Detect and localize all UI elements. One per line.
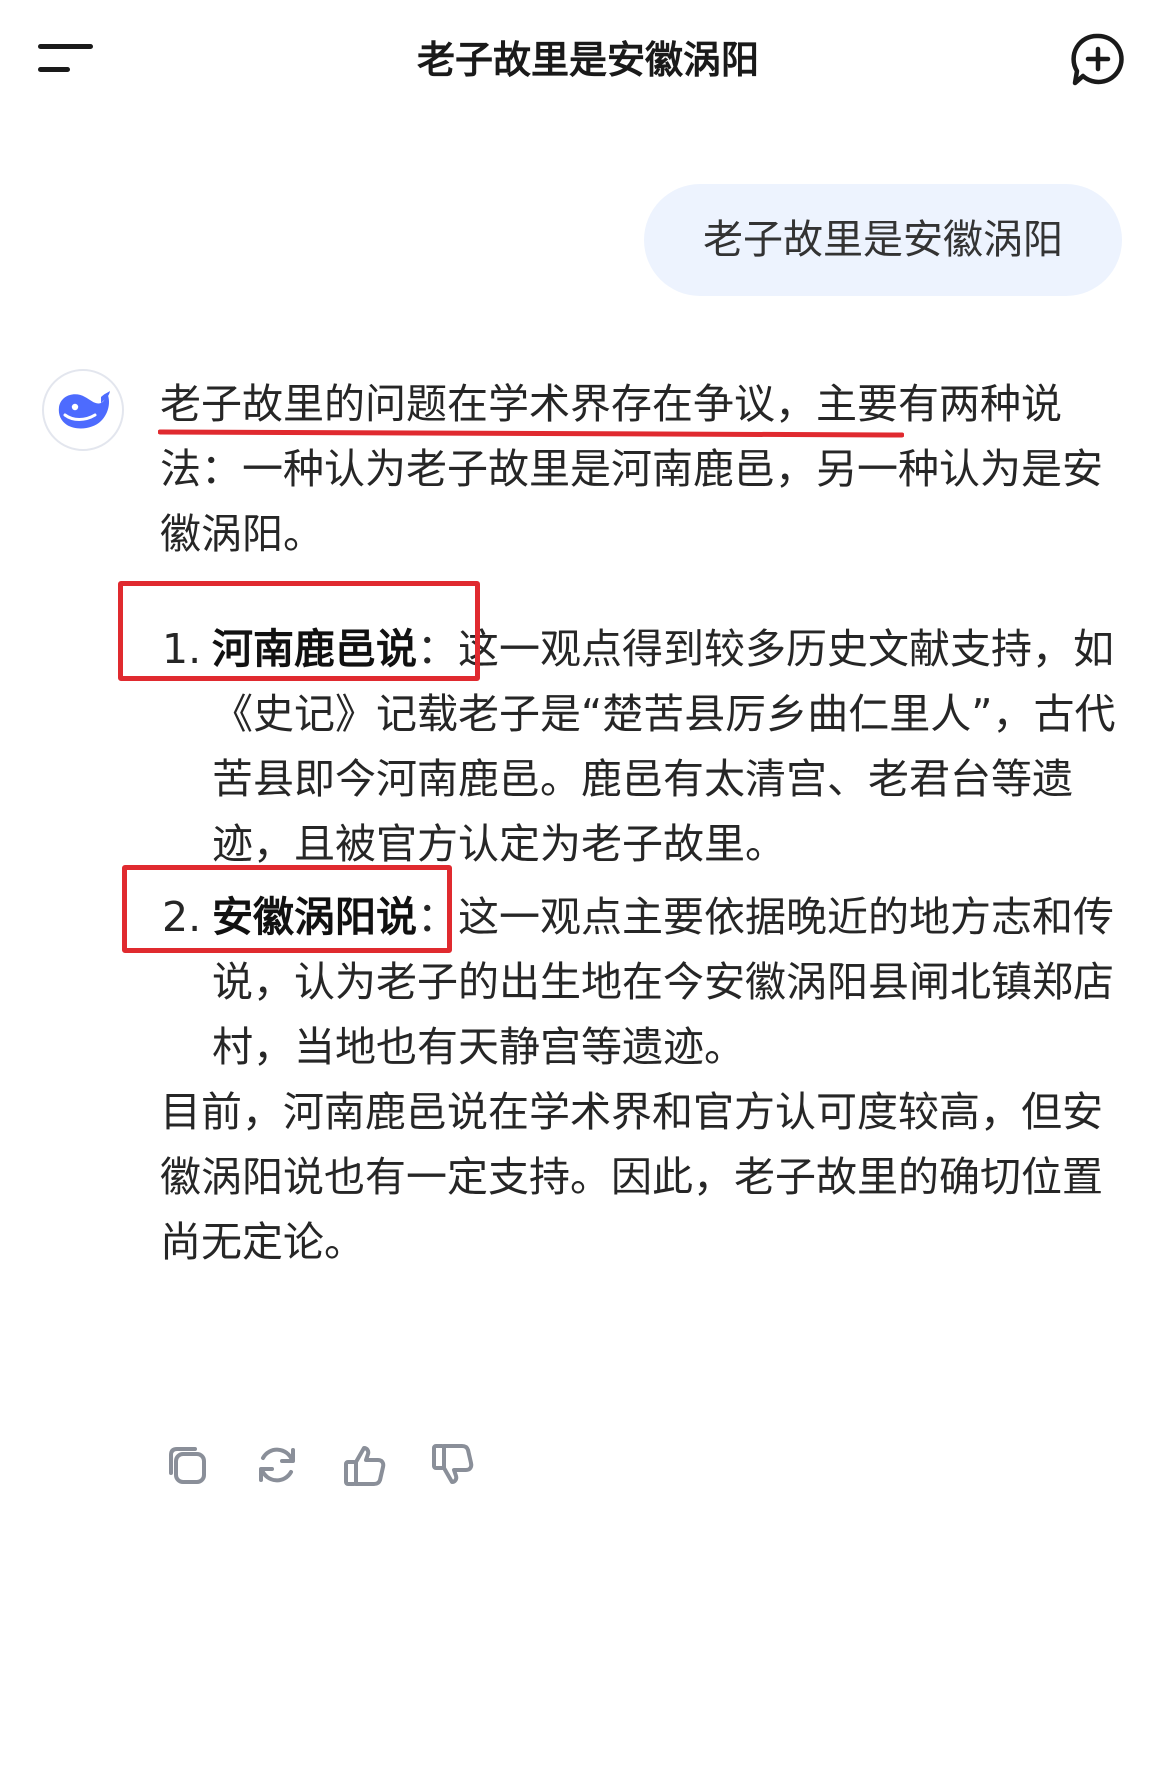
dislike-button[interactable] (428, 1440, 478, 1490)
regenerate-button[interactable] (252, 1440, 302, 1490)
menu-button[interactable] (38, 42, 98, 82)
red-underline-annotation (158, 429, 904, 438)
whale-logo-icon (58, 391, 110, 429)
assistant-reply: 老子故里的问题在学术界存在争议，主要有两种说法：一种认为老子故里是河南鹿邑，另一… (118, 372, 1120, 1275)
reply-intro: 老子故里的问题在学术界存在争议，主要有两种说法：一种认为老子故里是河南鹿邑，另一… (158, 372, 1120, 567)
top-bar: 老子故里是安徽涡阳 (0, 0, 1176, 120)
thumbs-up-icon (344, 1446, 386, 1486)
new-chat-button[interactable] (1066, 28, 1130, 92)
list-number: 2. (162, 893, 202, 941)
list-item: 2. 安徽涡阳说：这一观点主要依据晚近的地方志和传说，认为老子的出生地在今安徽涡… (122, 865, 1120, 1080)
regenerate-icon (259, 1447, 295, 1483)
user-message-bubble: 老子故里是安徽涡阳 (644, 184, 1122, 296)
like-button[interactable] (340, 1440, 390, 1490)
assistant-avatar (42, 369, 124, 451)
page-title: 老子故里是安徽涡阳 (416, 38, 759, 82)
list-item: 1. 河南鹿邑说：这一观点得到较多历史文献支持，如《史记》记载老子是“楚苦县厉乡… (118, 581, 1120, 877)
points-list: 1. 河南鹿邑说：这一观点得到较多历史文献支持，如《史记》记载老子是“楚苦县厉乡… (118, 581, 1120, 1080)
copy-button[interactable] (162, 1440, 212, 1490)
new-chat-icon (1071, 33, 1124, 86)
copy-icon (169, 1447, 206, 1484)
thumbs-down-icon (432, 1444, 474, 1484)
menu-icon (38, 44, 93, 49)
reply-intro-text: 老子故里的问题在学术界存在争议，主要有两种说法：一种认为老子故里是河南鹿邑，另一… (160, 380, 1103, 558)
list-number: 1. (162, 625, 202, 673)
reply-conclusion: 目前，河南鹿邑说在学术界和官方认可度较高，但安徽涡阳说也有一定支持。因此，老子故… (160, 1088, 1103, 1266)
